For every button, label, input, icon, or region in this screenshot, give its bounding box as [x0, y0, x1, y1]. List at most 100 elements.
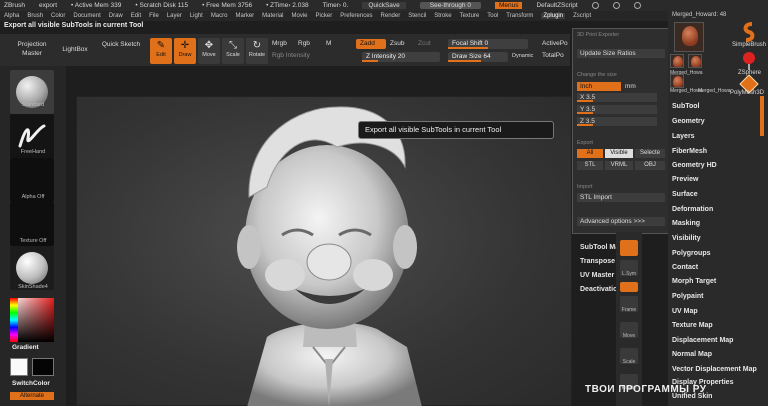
texture-map-menu[interactable]: Texture Map [672, 322, 713, 329]
menu-alpha[interactable]: Alpha [4, 13, 19, 19]
displacement-map-menu[interactable]: Displacement Map [672, 337, 733, 344]
palette-scrollbar[interactable] [760, 96, 764, 136]
local-symmetry-icon[interactable] [620, 240, 638, 256]
menu-macro[interactable]: Macro [211, 13, 228, 19]
normal-map-menu[interactable]: Normal Map [672, 351, 712, 358]
visibility-menu[interactable]: Visibility [672, 235, 701, 242]
menu-texture[interactable]: Texture [460, 13, 480, 19]
vector-displacement-map-menu[interactable]: Vector Displacement Map [672, 366, 757, 373]
simple-brush-icon[interactable] [738, 22, 760, 42]
menu-marker[interactable]: Marker [235, 13, 254, 19]
menu-brush[interactable]: Brush [27, 13, 43, 19]
fibermesh-menu[interactable]: FiberMesh [672, 148, 707, 155]
menu-stroke[interactable]: Stroke [434, 13, 451, 19]
z-intensity-slider[interactable]: Z Intensity 20 [362, 52, 440, 62]
export-selected-toggle[interactable]: Selecte [635, 149, 665, 158]
tool-thumb-2[interactable] [688, 54, 702, 68]
lsym-icon[interactable]: L.Sym [620, 260, 638, 277]
menu-document[interactable]: Document [73, 13, 100, 19]
z-size-slider[interactable]: Z 3.5 [577, 117, 657, 126]
draw-mode-button[interactable]: ✛ Draw [174, 38, 196, 64]
deformation-menu[interactable]: Deformation [672, 206, 713, 213]
export-vrml-button[interactable]: VRML [605, 161, 633, 170]
menu-transform[interactable]: Transform [506, 13, 533, 19]
subtool-menu[interactable]: SubTool [672, 103, 699, 110]
scale-icon[interactable]: Scale [620, 348, 638, 365]
close-icon[interactable] [633, 2, 641, 9]
contact-menu[interactable]: Contact [672, 264, 698, 271]
edit-mode-button[interactable]: ✎ Edit [150, 38, 172, 64]
preview-menu[interactable]: Preview [672, 176, 698, 183]
rgb-button[interactable]: Rgb [298, 40, 310, 47]
quick-sketch-button[interactable]: Quick Sketch [98, 40, 144, 60]
main-color-swatch[interactable] [10, 358, 28, 376]
dynamic-toggle[interactable]: Dynamic [512, 53, 533, 59]
zadd-button[interactable]: Zadd [356, 39, 386, 49]
tool-thumb-1[interactable] [670, 54, 684, 68]
switch-color-button[interactable]: SwitchColor [12, 380, 78, 387]
rgb-intensity-slider[interactable]: Rgb Intensity [272, 52, 310, 59]
frame-icon[interactable]: Frame [620, 296, 638, 313]
rotate-mode-button[interactable]: ↻ Rotate [246, 38, 268, 64]
tool-thumb-3[interactable] [670, 74, 684, 88]
projection-master-button[interactable]: Projection Master [12, 40, 52, 60]
menu-color[interactable]: Color [51, 13, 65, 19]
m-button[interactable]: M [326, 40, 331, 47]
menu-file[interactable]: File [149, 13, 159, 19]
gradient-label[interactable]: Gradient [12, 344, 78, 351]
export-stl-button[interactable]: STL [577, 161, 603, 170]
menu-layer[interactable]: Layer [167, 13, 182, 19]
see-through-slider[interactable]: See-through 0 [419, 2, 481, 9]
help-icon[interactable] [591, 2, 599, 9]
draw-size-slider[interactable]: Draw Size 64 [448, 52, 508, 62]
menu-zplugin[interactable]: Zplugin [541, 13, 566, 19]
default-zscript-button[interactable]: DefaultZScript [536, 2, 577, 9]
polypaint-menu[interactable]: Polypaint [672, 293, 704, 300]
export-all-toggle[interactable]: All [577, 149, 603, 158]
uv-master-button[interactable]: UV Master [580, 272, 614, 279]
surface-menu[interactable]: Surface [672, 191, 698, 198]
menus-toggle-button[interactable]: Menus [494, 2, 523, 9]
advanced-options-button[interactable]: Advanced options >>> [577, 217, 665, 226]
layers-menu[interactable]: Layers [672, 133, 695, 140]
menu-tool[interactable]: Tool [487, 13, 498, 19]
menu-draw[interactable]: Draw [109, 13, 123, 19]
masking-menu[interactable]: Masking [672, 220, 700, 227]
morph-target-menu[interactable]: Morph Target [672, 278, 716, 285]
minimize-icon[interactable] [612, 2, 620, 9]
move-icon[interactable]: Move [620, 322, 638, 339]
zsphere-icon[interactable] [738, 50, 760, 70]
mm-toggle[interactable]: mm [625, 82, 655, 91]
update-size-ratios-button[interactable]: Update Size Ratios [577, 49, 665, 58]
export-obj-button[interactable]: OBJ [635, 161, 665, 170]
geometry-menu[interactable]: Geometry [672, 118, 705, 125]
geometry-hd-menu[interactable]: Geometry HD [672, 162, 717, 169]
current-tool-thumbnail[interactable] [674, 22, 704, 52]
menu-render[interactable]: Render [381, 13, 401, 19]
polygroups-menu[interactable]: Polygroups [672, 250, 711, 257]
export-visible-toggle[interactable]: Visible [605, 149, 633, 158]
quicksave-button[interactable]: QuickSave [362, 2, 406, 9]
menu-material[interactable]: Material [262, 13, 283, 19]
menu-movie[interactable]: Movie [292, 13, 308, 19]
document-canvas[interactable] [76, 96, 572, 406]
move-mode-button[interactable]: ✥ Move [198, 38, 220, 64]
secondary-color-swatch[interactable] [32, 358, 54, 376]
zsub-button[interactable]: Zsub [390, 40, 404, 47]
inch-toggle[interactable]: Inch [577, 82, 621, 91]
lightbox-button[interactable]: LightBox [58, 40, 92, 60]
focal-shift-slider[interactable]: Focal Shift 0 [448, 39, 528, 49]
scale-mode-button[interactable]: ⤡ Scale [222, 38, 244, 64]
menu-edit[interactable]: Edit [131, 13, 141, 19]
y-size-slider[interactable]: Y 3.5 [577, 105, 657, 114]
hue-strip[interactable] [10, 298, 18, 342]
menu-preferences[interactable]: Preferences [340, 13, 372, 19]
menu-picker[interactable]: Picker [316, 13, 333, 19]
xyz-icon[interactable] [620, 282, 638, 292]
menu-zscript[interactable]: Zscript [573, 13, 591, 19]
zcut-button[interactable]: Zcut [418, 40, 431, 47]
menu-stencil[interactable]: Stencil [408, 13, 426, 19]
uv-map-menu[interactable]: UV Map [672, 308, 698, 315]
alternate-button[interactable]: Alternate [10, 392, 54, 400]
x-size-slider[interactable]: X 3.5 [577, 93, 657, 102]
